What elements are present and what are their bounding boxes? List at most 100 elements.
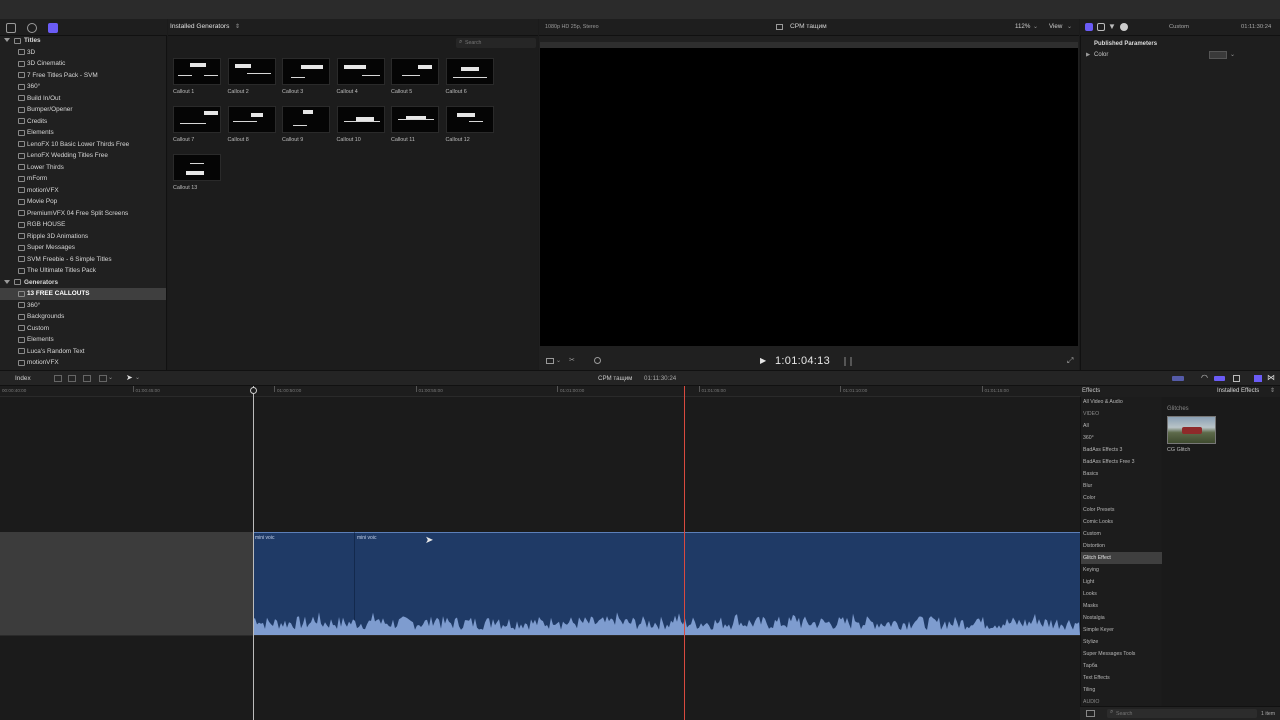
generator-thumbnail[interactable] [445, 58, 494, 85]
timeline-ruler[interactable]: 00:00:40:00 01:00:45:00 01:00:50:00 01:00:5… [0, 386, 1080, 397]
viewer-canvas[interactable] [540, 48, 1078, 346]
transitions-icon[interactable]: ⋈ [1267, 373, 1275, 382]
library-icon[interactable] [6, 23, 16, 33]
effects-category-item[interactable]: Basics [1081, 468, 1162, 480]
generator-thumbnail[interactable] [445, 106, 494, 133]
chevron-down-icon[interactable]: ⌄ [1067, 23, 1072, 30]
effects-category-item[interactable]: BadAss Effects 3 [1081, 444, 1162, 456]
library-item[interactable]: RGB HOUSE [0, 219, 166, 231]
generator-thumbnail[interactable] [391, 58, 439, 85]
fullscreen-icon[interactable]: ⤢ [1067, 356, 1073, 366]
library-section-generators[interactable]: Generators [0, 277, 166, 289]
generator-thumbnail[interactable] [227, 106, 276, 133]
enhance-icon[interactable]: ✂ [569, 356, 575, 364]
effects-category-item[interactable]: Тарба [1081, 660, 1162, 672]
headphones-icon[interactable]: ◠ [1201, 373, 1208, 382]
effects-category-item[interactable]: Super Messages Tools [1081, 648, 1162, 660]
effects-category-item[interactable]: Color Presets [1081, 504, 1162, 516]
effects-category-item[interactable]: Looks [1081, 588, 1162, 600]
color-well[interactable] [1209, 51, 1227, 59]
generator-thumbnail-label[interactable]: Callout 6 [446, 89, 467, 95]
effects-category-item[interactable]: Text Effects [1081, 672, 1162, 684]
chevron-down-icon[interactable]: ⌄ [1033, 23, 1038, 30]
library-item[interactable]: The Ultimate Titles Pack [0, 265, 166, 277]
audio-meters-icon[interactable] [844, 357, 852, 366]
sidebar-toggle-icon[interactable] [1086, 710, 1095, 717]
generator-thumbnail[interactable] [282, 106, 330, 133]
effects-category-item[interactable]: Simple Keyer [1081, 624, 1162, 636]
generator-thumbnail[interactable] [227, 58, 276, 85]
cg-glitch-thumbnail[interactable] [1167, 416, 1216, 444]
library-item[interactable]: Custom [0, 323, 166, 335]
generator-thumbnail[interactable] [336, 58, 385, 85]
library-item[interactable]: motionVFX [0, 185, 166, 197]
playhead-handle[interactable] [250, 387, 257, 394]
transform-icon[interactable] [546, 358, 554, 364]
generator-thumbnail[interactable] [173, 58, 221, 85]
filter-icon[interactable]: ▼ [1108, 22, 1116, 31]
chevron-down-icon[interactable]: ⌄ [556, 357, 561, 364]
generator-thumbnail-label[interactable]: Callout 5 [391, 89, 412, 95]
effects-category-item[interactable]: Color [1081, 492, 1162, 504]
overwrite-clip-icon[interactable] [99, 375, 107, 382]
chevron-updown-icon[interactable]: ⇕ [235, 23, 240, 30]
append-clip-icon[interactable] [83, 375, 91, 382]
speed-icon[interactable] [594, 357, 601, 364]
library-item[interactable]: PremiumVFX 04 Free Split Screens [0, 208, 166, 220]
photos-icon[interactable] [27, 23, 37, 33]
library-item[interactable]: Backgrounds [0, 311, 166, 323]
generator-thumbnail-label[interactable]: Callout 10 [337, 137, 361, 143]
info-icon[interactable] [1120, 23, 1128, 31]
library-item[interactable]: 3D [0, 47, 166, 59]
library-item[interactable]: mForm [0, 173, 166, 185]
generator-thumbnail[interactable] [173, 106, 221, 133]
chevron-down-icon[interactable]: ⌄ [1230, 51, 1235, 58]
effects-category-item[interactable]: Nostalgia [1081, 612, 1162, 624]
generator-thumbnail[interactable] [336, 106, 385, 133]
effects-category-item[interactable]: Glitch Effect [1081, 552, 1162, 564]
generator-thumbnail-label[interactable]: Callout 2 [228, 89, 249, 95]
effects-search-input[interactable]: Search [1116, 711, 1132, 717]
generator-thumbnail[interactable] [173, 154, 221, 181]
effects-category-item[interactable]: BadAss Effects Free 3 [1081, 456, 1162, 468]
effects-category-item[interactable]: Distortion [1081, 540, 1162, 552]
generator-thumbnail[interactable] [282, 58, 330, 85]
generator-thumbnail-label[interactable]: Callout 9 [282, 137, 303, 143]
clip-appearance-icon[interactable] [1233, 375, 1240, 382]
library-item[interactable]: 360° [0, 81, 166, 93]
effects-category-item[interactable]: Tiling [1081, 684, 1162, 696]
effects-category-item[interactable]: VIDEO [1081, 408, 1162, 420]
video-inspector-icon[interactable] [1085, 23, 1093, 31]
disclosure-icon[interactable]: ▶ [1086, 52, 1090, 58]
skimmer-line[interactable] [253, 386, 254, 720]
generator-thumbnail[interactable] [391, 106, 439, 133]
library-item[interactable]: Elements [0, 127, 166, 139]
disclosure-triangle-icon[interactable] [4, 279, 10, 284]
library-item[interactable]: Elements [0, 334, 166, 346]
chevron-down-icon[interactable]: ⌄ [108, 374, 113, 381]
effects-category-item[interactable]: Keying [1081, 564, 1162, 576]
playhead-line[interactable] [684, 386, 685, 720]
play-icon[interactable]: ▶ [760, 356, 766, 365]
index-button[interactable]: Index [15, 375, 31, 382]
effect-name[interactable]: CG Glitch [1167, 447, 1190, 453]
library-item[interactable]: Credits [0, 116, 166, 128]
select-tool-icon[interactable]: ➤ [126, 373, 133, 382]
library-item[interactable]: Luca's Random Text [0, 346, 166, 358]
effects-category-item[interactable]: Masks [1081, 600, 1162, 612]
zoom-level[interactable]: 112% [1015, 23, 1030, 30]
generator-thumbnail-label[interactable]: Callout 1 [173, 89, 194, 95]
effects-category-item[interactable]: All [1081, 420, 1162, 432]
insert-clip-icon[interactable] [68, 375, 76, 382]
effects-browser-icon[interactable] [1254, 375, 1262, 382]
effects-category-item[interactable]: Blur [1081, 480, 1162, 492]
effects-category-item[interactable]: 360° [1081, 432, 1162, 444]
effects-category-item[interactable]: Custom [1081, 528, 1162, 540]
connect-clip-icon[interactable] [54, 375, 62, 382]
installed-effects-menu[interactable]: Installed Effects [1217, 388, 1259, 394]
library-item[interactable]: LenoFX Wedding Titles Free [0, 150, 166, 162]
generator-thumbnail-label[interactable]: Callout 12 [446, 137, 470, 143]
audio-inspector-icon[interactable] [1097, 23, 1105, 31]
back-forward-icon[interactable] [1172, 376, 1184, 381]
disclosure-triangle-icon[interactable] [4, 38, 10, 42]
